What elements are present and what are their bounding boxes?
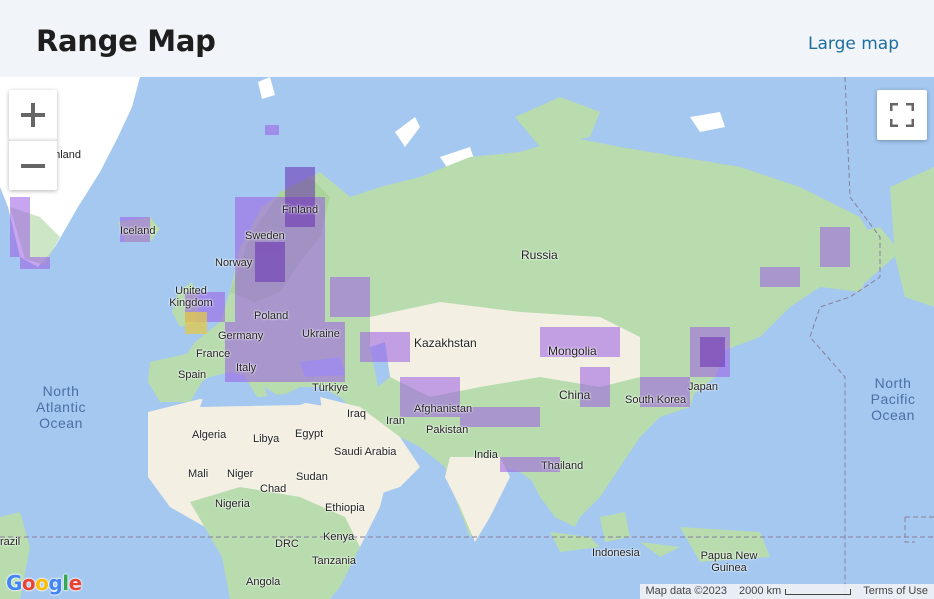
label-indonesia: Indonesia [592, 547, 640, 559]
label-chad: Chad [260, 483, 287, 495]
fullscreen-icon [890, 103, 914, 127]
label-niger: Niger [227, 468, 254, 480]
label-germany: Germany [218, 330, 264, 342]
zoom-in-button[interactable] [9, 90, 57, 140]
label-brazil: razil [0, 536, 21, 548]
label-nigeria: Nigeria [215, 498, 250, 510]
label-papua-new-guinea: Papua New Guinea [700, 550, 758, 574]
label-iceland: Iceland [120, 225, 156, 237]
label-algeria: Algeria [192, 429, 227, 441]
terms-of-use-link[interactable]: Terms of Use [857, 584, 934, 599]
fullscreen-button[interactable] [877, 90, 927, 140]
label-kenya: Kenya [323, 531, 355, 543]
label-mongolia: Mongolia [548, 344, 597, 358]
map-data-text[interactable]: Map data ©2023 [640, 584, 734, 599]
label-italy: Italy [236, 362, 257, 374]
label-drc: DRC [275, 538, 299, 550]
label-japan: Japan [688, 381, 718, 393]
label-poland: Poland [254, 310, 289, 322]
page-title: Range Map [36, 24, 216, 58]
label-sweden: Sweden [245, 230, 285, 242]
label-saudi-arabia: Saudi Arabia [334, 446, 397, 458]
scale-bar[interactable]: 2000 km [733, 584, 857, 599]
label-finland: Finland [282, 204, 319, 216]
plus-icon [21, 103, 45, 127]
label-russia: Russia [521, 248, 558, 262]
label-south-korea: South Korea [625, 394, 687, 406]
zoom-out-button[interactable] [9, 140, 57, 190]
label-iraq: Iraq [347, 408, 366, 420]
label-spain: Spain [178, 369, 207, 381]
label-afghanistan: Afghanistan [414, 403, 473, 415]
label-iran: Iran [386, 415, 405, 427]
label-norway: Norway [215, 257, 253, 269]
label-egypt: Egypt [295, 428, 324, 440]
label-thailand: Thailand [541, 460, 584, 472]
label-north-pacific-ocean: North Pacific Ocean [870, 375, 916, 423]
range-map[interactable]: enland Iceland Finland Sweden Norway Uni… [0, 77, 934, 599]
label-kazakhstan: Kazakhstan [414, 336, 477, 350]
label-turkiye: Türkiye [312, 382, 349, 394]
minus-icon [21, 163, 45, 168]
large-map-link[interactable]: Large map [808, 34, 899, 54]
label-uk: United Kingdom [169, 285, 213, 309]
label-north-atlantic-ocean: North Atlantic Ocean [36, 383, 86, 431]
map-attribution: Map data ©2023 2000 km Terms of Use [639, 584, 934, 599]
label-ukraine: Ukraine [302, 328, 340, 340]
label-angola: Angola [246, 576, 281, 588]
label-france: France [196, 348, 231, 360]
scale-bar-graphic [785, 588, 852, 595]
label-sudan: Sudan [296, 471, 328, 483]
label-ethiopia: Ethiopia [325, 502, 365, 514]
label-india: India [474, 449, 498, 461]
label-mali: Mali [188, 468, 209, 480]
label-pakistan: Pakistan [426, 424, 469, 436]
google-logo[interactable]: Google [6, 571, 82, 595]
header: Range Map Large map [0, 0, 934, 77]
label-libya: Libya [253, 433, 280, 445]
label-tanzania: Tanzania [312, 555, 357, 567]
label-china: China [559, 388, 591, 402]
